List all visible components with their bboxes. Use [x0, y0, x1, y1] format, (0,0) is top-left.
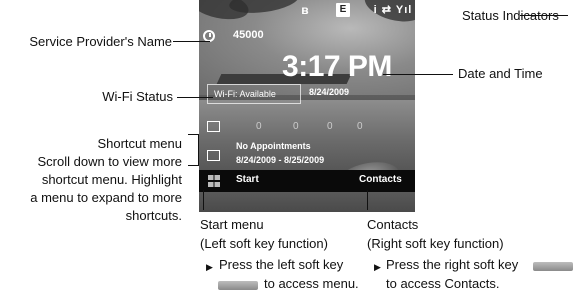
- soft-key-bar: Start Contacts: [199, 170, 415, 192]
- counter-item: 0: [327, 121, 333, 132]
- bullet-icon: ▶: [206, 262, 213, 272]
- appointments-title[interactable]: No Appointments: [236, 141, 311, 151]
- counter-item: 0: [357, 121, 363, 132]
- calendar-icon[interactable]: [207, 150, 220, 161]
- phone-screen: ʙ E i ⇄ Yıl 45000 3:17 PM Wi-Fi: Availab…: [199, 0, 415, 212]
- left-softkey-icon: [218, 281, 258, 290]
- callout-line-wifi: [177, 97, 213, 98]
- contacts-softkey[interactable]: Contacts: [359, 174, 402, 185]
- shortcut-desc-line: shortcut menu. Highlight: [41, 172, 182, 187]
- right-instruction-2: to access Contacts.: [386, 276, 500, 291]
- right-softkey-icon: [533, 262, 573, 271]
- bluetooth-icon: ʙ: [301, 3, 309, 17]
- contacts-sub: (Right soft key function): [367, 236, 504, 251]
- start-menu-line: [203, 190, 204, 210]
- counter-item: 0: [256, 121, 262, 132]
- windows-logo-icon: [208, 175, 220, 187]
- time-display[interactable]: 3:17 PM: [259, 50, 415, 84]
- date-display: 8/24/2009: [309, 87, 350, 97]
- status-indicators-label: Status Indicators: [462, 8, 559, 23]
- shortcut-bracket: [188, 134, 199, 166]
- callout-line-provider: [173, 41, 210, 42]
- wifi-status-label: Wi-Fi Status: [102, 89, 173, 104]
- appointments-range: 8/24/2009 - 8/25/2009: [236, 155, 325, 165]
- left-instruction-2: to access menu.: [264, 276, 359, 291]
- callout-line-datetime: [383, 74, 453, 75]
- shortcut-desc-line: Scroll down to view more: [37, 154, 183, 169]
- date-time-label: Date and Time: [458, 66, 543, 81]
- contacts-label: Contacts: [367, 217, 419, 232]
- status-bar[interactable]: ʙ E i ⇄ Yıl: [199, 0, 415, 20]
- shortcut-desc-line: a menu to expand to more: [30, 190, 182, 205]
- service-provider-label: Service Provider's Name: [29, 34, 172, 49]
- left-instruction-1: Press the left soft key: [219, 257, 344, 272]
- counter-item: 0: [293, 121, 299, 132]
- start-menu-label: Start menu: [200, 217, 264, 232]
- signal-strength-icon: i ⇄ Yıl: [373, 4, 413, 16]
- edge-network-icon: E: [336, 3, 350, 17]
- start-softkey[interactable]: Start: [236, 174, 259, 185]
- shortcut-menu-label: Shortcut menu: [97, 136, 182, 151]
- bullet-icon: ▶: [374, 262, 381, 272]
- windows-shortcut-icon[interactable]: [207, 121, 220, 132]
- service-provider-name: 45000: [233, 29, 264, 41]
- wifi-status-text: Wi-Fi: Available: [214, 89, 276, 99]
- contacts-line: [367, 190, 368, 210]
- right-instruction-1: Press the right soft key: [386, 257, 519, 272]
- start-menu-sub: (Left soft key function): [200, 236, 328, 251]
- shortcut-desc-line: shortcuts.: [125, 208, 182, 223]
